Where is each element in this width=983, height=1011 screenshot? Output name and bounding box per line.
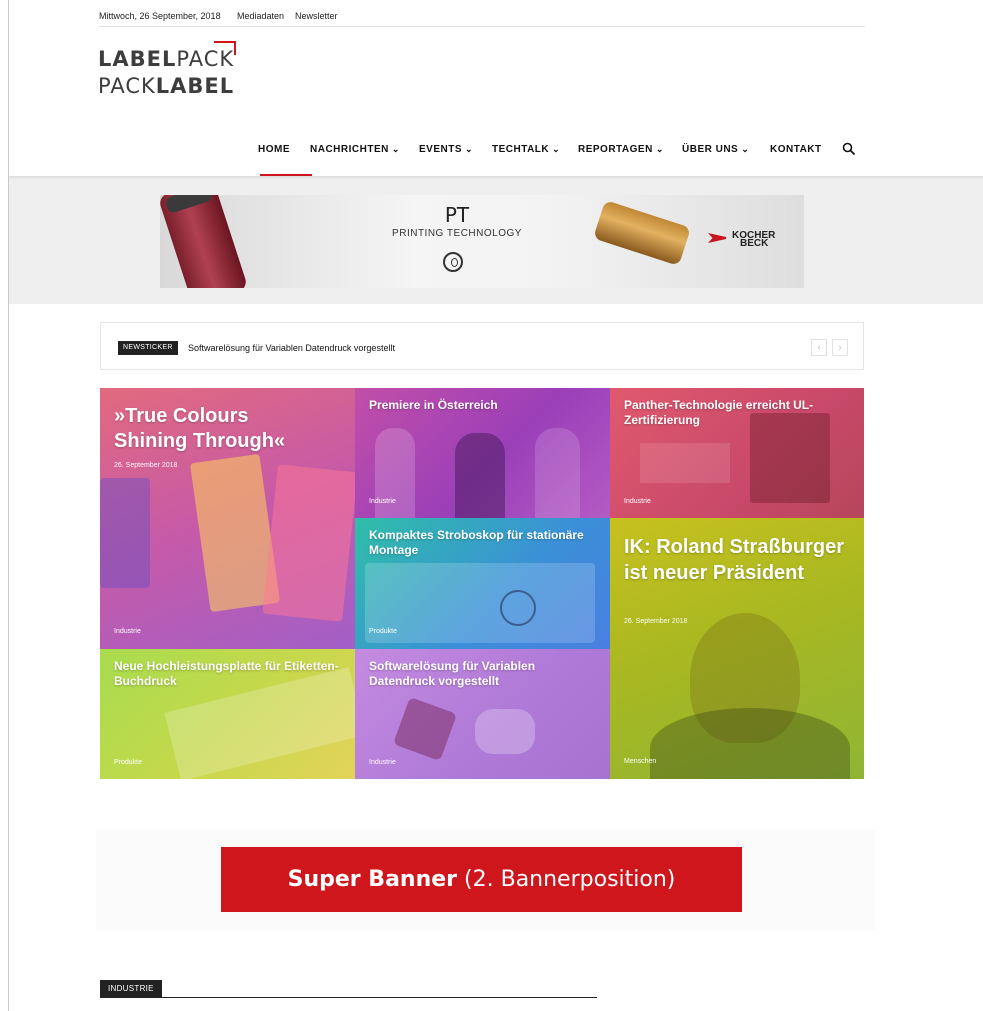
ink-drop-icon	[443, 252, 463, 272]
ad-label-roll-image	[160, 195, 249, 288]
chevron-down-icon: ⌄	[552, 144, 561, 154]
kocher-beck-logo-icon	[708, 233, 726, 243]
topbar-divider	[99, 26, 865, 27]
tile-image-shape	[455, 433, 505, 518]
chevron-down-icon: ⌄	[465, 144, 474, 154]
section-title-industrie[interactable]: INDUSTRIE	[100, 980, 162, 997]
tile-title: Premiere in Österreich	[369, 398, 498, 412]
chevron-left-icon[interactable]: ‹	[811, 339, 827, 356]
tile-title: IK: Roland Straßburger ist neuer Präside…	[624, 536, 845, 584]
tile-title: Panther-Technologie erreicht UL-Zertifiz…	[624, 398, 814, 427]
tile-date: 26. September 2018	[624, 618, 688, 625]
tile-title: Neue Hochleistungsplatte für Etiketten-B…	[114, 659, 339, 688]
ad-subtitle: PRINTING TECHNOLOGY	[392, 228, 522, 239]
featured-tile-1[interactable]: »True Colours Shining Through« 26. Septe…	[100, 388, 355, 649]
tile-date: 26. September 2018	[114, 462, 178, 469]
top-bar: Mittwoch, 26 September, 2018 Mediadaten …	[99, 11, 865, 27]
tile-image-shape	[500, 590, 536, 626]
featured-tile-6[interactable]: Neue Hochleistungsplatte für Etiketten-B…	[100, 649, 355, 779]
site-logo[interactable]: LABELPACK PACKLABEL	[98, 41, 248, 101]
newsticker-badge: NEWSTICKER	[118, 341, 178, 355]
chevron-down-icon: ⌄	[655, 144, 664, 154]
featured-tile-3[interactable]: Panther-Technologie erreicht UL-Zertifiz…	[610, 388, 864, 518]
featured-tile-7[interactable]: Softwarelösung für Variablen Datendruck …	[355, 649, 610, 779]
logo-line-1: LABELPACK	[98, 47, 235, 71]
tile-image-shape	[365, 563, 595, 643]
newsticker-headline[interactable]: Softwarelösung für Variablen Datendruck …	[188, 341, 395, 355]
tile-image-shape	[100, 478, 150, 588]
featured-tile-4[interactable]: Kompaktes Stroboskop für stationäre Mont…	[355, 518, 610, 649]
search-icon[interactable]	[842, 142, 856, 156]
tile-category: Produkte	[369, 628, 398, 635]
tile-category: Industrie	[624, 498, 651, 505]
super-banner[interactable]: Super Banner (2. Bannerposition)	[221, 847, 742, 912]
tile-image-shape	[650, 708, 850, 779]
tile-title: Kompaktes Stroboskop für stationäre Mont…	[369, 528, 584, 557]
tile-image-shape	[262, 464, 355, 622]
section-divider	[100, 997, 597, 998]
tile-image-shape	[535, 428, 580, 518]
tile-category: Industrie	[114, 628, 141, 635]
featured-tile-5[interactable]: IK: Roland Straßburger ist neuer Präside…	[610, 518, 864, 779]
tile-category: Industrie	[369, 759, 396, 766]
ad-brand: KOCHER BECK	[732, 230, 776, 249]
tile-title: Softwarelösung für Variablen Datendruck …	[369, 659, 536, 688]
tile-title: »True Colours Shining Through«	[114, 405, 286, 452]
tile-category: Produkte	[114, 759, 143, 766]
chevron-down-icon: ⌄	[391, 144, 400, 154]
chevron-down-icon: ⌄	[741, 144, 750, 154]
logo-line-2: PACKLABEL	[98, 74, 235, 98]
mediadaten-link[interactable]: Mediadaten	[237, 11, 284, 21]
main-nav: HOME NACHRICHTEN ⌄ EVENTS ⌄ TECHTALK ⌄ REPO…	[246, 136, 866, 176]
ad-cylinder-image	[593, 200, 691, 266]
newsletter-link[interactable]: Newsletter	[295, 11, 338, 21]
ad-title: PT	[444, 203, 470, 227]
chevron-right-icon[interactable]: ›	[832, 339, 848, 356]
tile-image-shape	[640, 443, 730, 483]
tile-image-shape	[475, 709, 535, 754]
newsticker: NEWSTICKER Softwarelösung für Variablen …	[100, 322, 864, 370]
current-date: Mittwoch, 26 September, 2018	[99, 11, 221, 21]
tile-image-shape	[392, 696, 458, 762]
leaderboard-ad[interactable]: PT PRINTING TECHNOLOGY KOCHER BECK	[160, 195, 804, 288]
featured-tile-2[interactable]: Premiere in Österreich Industrie	[355, 388, 610, 518]
tile-category: Industrie	[369, 498, 396, 505]
tile-category: Menschen	[624, 758, 657, 765]
page-left-border	[8, 0, 9, 1011]
